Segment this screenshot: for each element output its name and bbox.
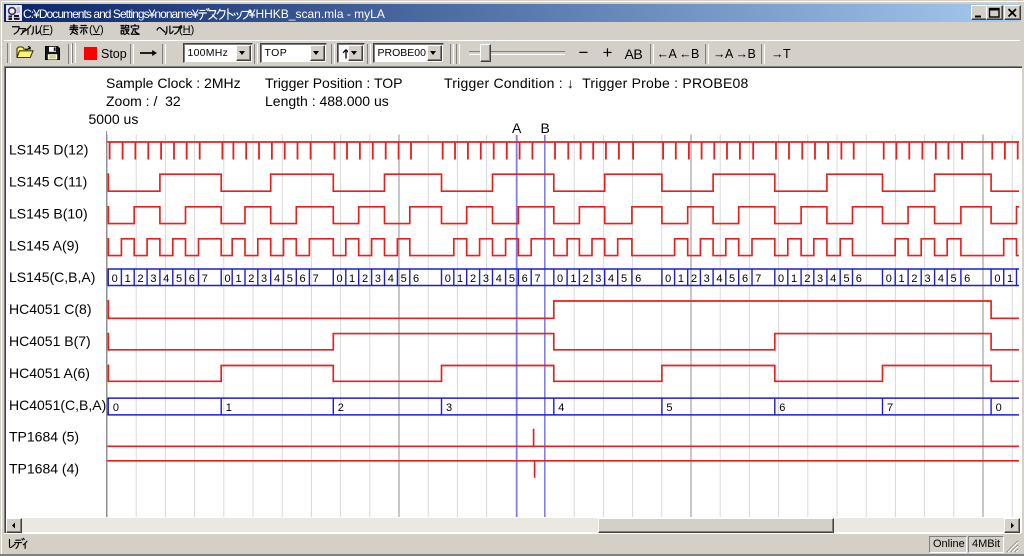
svg-text:0: 0 bbox=[224, 273, 230, 285]
svg-text:3: 3 bbox=[595, 273, 601, 285]
svg-text:HC4051 B(7): HC4051 B(7) bbox=[9, 333, 91, 349]
svg-text:3: 3 bbox=[817, 273, 823, 285]
svg-text:LS145 B(10): LS145 B(10) bbox=[9, 205, 88, 221]
svg-text:1: 1 bbox=[226, 402, 232, 414]
svg-text:0: 0 bbox=[778, 273, 784, 285]
svg-text:3: 3 bbox=[375, 273, 381, 285]
svg-text:2: 2 bbox=[137, 273, 143, 285]
svg-text:4: 4 bbox=[496, 273, 502, 285]
svg-text:5: 5 bbox=[287, 273, 293, 285]
svg-text:LS145 D(12): LS145 D(12) bbox=[9, 142, 88, 158]
svg-text:6: 6 bbox=[964, 273, 970, 285]
svg-text:2: 2 bbox=[804, 273, 810, 285]
svg-text:5: 5 bbox=[509, 273, 515, 285]
svg-text:5: 5 bbox=[621, 273, 627, 285]
svg-text:4: 4 bbox=[608, 273, 614, 285]
svg-text:6: 6 bbox=[522, 273, 528, 285]
svg-text:2: 2 bbox=[362, 273, 368, 285]
svg-text:7: 7 bbox=[313, 273, 319, 285]
svg-text:3: 3 bbox=[924, 273, 930, 285]
svg-text:0: 0 bbox=[996, 402, 1002, 414]
svg-text:1: 1 bbox=[678, 273, 684, 285]
svg-text:6: 6 bbox=[300, 273, 306, 285]
svg-text:0: 0 bbox=[886, 273, 892, 285]
svg-text:7: 7 bbox=[755, 273, 761, 285]
svg-text:4: 4 bbox=[388, 273, 394, 285]
svg-text:2: 2 bbox=[691, 273, 697, 285]
svg-text:7: 7 bbox=[202, 273, 208, 285]
svg-text:2: 2 bbox=[911, 273, 917, 285]
svg-text:2: 2 bbox=[470, 273, 476, 285]
svg-text:LS145 C(11): LS145 C(11) bbox=[9, 174, 87, 190]
svg-text:TP1684 (5): TP1684 (5) bbox=[9, 429, 79, 445]
svg-text:1: 1 bbox=[125, 273, 131, 285]
svg-text:0: 0 bbox=[557, 273, 563, 285]
svg-text:4: 4 bbox=[830, 273, 836, 285]
svg-text:0: 0 bbox=[337, 273, 343, 285]
svg-text:3: 3 bbox=[446, 402, 452, 414]
svg-text:6: 6 bbox=[779, 402, 785, 414]
svg-text:0: 0 bbox=[665, 273, 671, 285]
svg-text:4: 4 bbox=[716, 273, 722, 285]
svg-text:4: 4 bbox=[938, 273, 944, 285]
svg-text:4: 4 bbox=[558, 402, 564, 414]
svg-text:6: 6 bbox=[189, 273, 195, 285]
svg-text:5: 5 bbox=[729, 273, 735, 285]
svg-text:LS145(C,B,A): LS145(C,B,A) bbox=[9, 269, 95, 285]
svg-text:2: 2 bbox=[583, 273, 589, 285]
svg-text:0: 0 bbox=[112, 273, 118, 285]
svg-text:3: 3 bbox=[483, 273, 489, 285]
svg-text:0: 0 bbox=[994, 273, 1000, 285]
svg-text:0: 0 bbox=[113, 402, 119, 414]
svg-text:5: 5 bbox=[176, 273, 182, 285]
svg-text:4: 4 bbox=[274, 273, 280, 285]
svg-text:1: 1 bbox=[235, 273, 241, 285]
svg-text:2: 2 bbox=[338, 402, 344, 414]
svg-text:LS145 A(9): LS145 A(9) bbox=[9, 237, 79, 253]
svg-text:3: 3 bbox=[704, 273, 710, 285]
svg-text:2: 2 bbox=[248, 273, 254, 285]
svg-text:7: 7 bbox=[887, 402, 893, 414]
svg-text:5: 5 bbox=[843, 273, 849, 285]
svg-text:HC4051(C,B,A): HC4051(C,B,A) bbox=[9, 397, 106, 413]
svg-text:HC4051 A(6): HC4051 A(6) bbox=[9, 365, 90, 381]
svg-text:1: 1 bbox=[570, 273, 576, 285]
svg-text:1: 1 bbox=[349, 273, 355, 285]
svg-text:1: 1 bbox=[898, 273, 904, 285]
svg-text:7: 7 bbox=[534, 273, 540, 285]
svg-text:6: 6 bbox=[742, 273, 748, 285]
svg-text:6: 6 bbox=[856, 273, 862, 285]
svg-text:1: 1 bbox=[457, 273, 463, 285]
svg-text:3: 3 bbox=[150, 273, 156, 285]
svg-text:6: 6 bbox=[413, 273, 419, 285]
svg-text:5: 5 bbox=[666, 402, 672, 414]
svg-text:HC4051 C(8): HC4051 C(8) bbox=[9, 301, 91, 317]
svg-text:5: 5 bbox=[401, 273, 407, 285]
svg-text:1: 1 bbox=[1007, 273, 1013, 285]
svg-text:1: 1 bbox=[791, 273, 797, 285]
svg-text:6: 6 bbox=[635, 273, 641, 285]
svg-text:TP1684 (4): TP1684 (4) bbox=[9, 461, 79, 477]
svg-text:3: 3 bbox=[261, 273, 267, 285]
svg-text:4: 4 bbox=[163, 273, 169, 285]
svg-text:5: 5 bbox=[950, 273, 956, 285]
svg-text:0: 0 bbox=[445, 273, 451, 285]
